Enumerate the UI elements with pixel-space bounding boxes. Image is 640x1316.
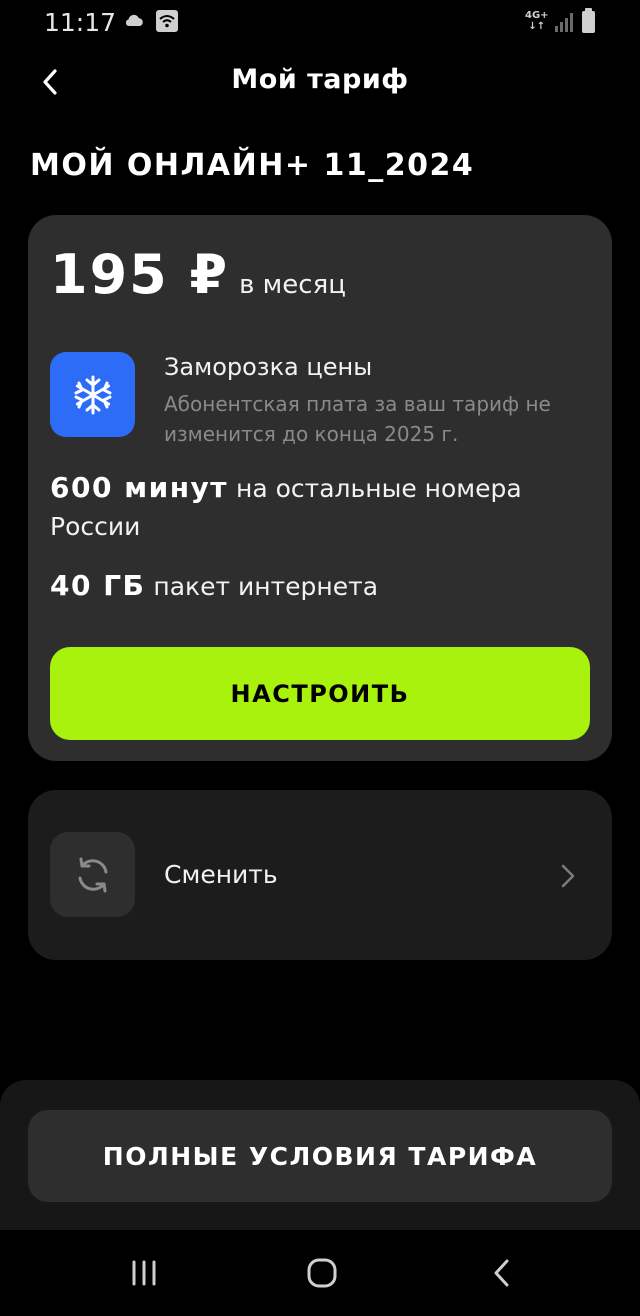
full-terms-button[interactable]: ПОЛНЫЕ УСЛОВИЯ ТАРИФА bbox=[28, 1110, 612, 1202]
recent-apps-button[interactable] bbox=[114, 1250, 174, 1296]
minutes-value: 600 минут bbox=[50, 471, 229, 504]
signal-icon bbox=[555, 13, 573, 32]
tariff-name: МОЙ ОНЛАЙН+ 11_2024 bbox=[30, 148, 475, 183]
wifi-icon bbox=[156, 10, 178, 32]
cloud-icon bbox=[125, 14, 143, 26]
configure-button[interactable]: НАСТРОИТЬ bbox=[50, 647, 590, 740]
internet-text: пакет интернета bbox=[153, 572, 379, 601]
minutes-feature: 600 минут на остальные номера России bbox=[50, 469, 590, 546]
price-period: в месяц bbox=[239, 270, 346, 300]
change-label: Сменить bbox=[164, 860, 278, 889]
price-amount: 195 ₽ bbox=[50, 243, 230, 306]
home-button[interactable] bbox=[292, 1250, 352, 1296]
battery-icon bbox=[582, 8, 595, 33]
internet-feature: 40 ГБ пакет интернета bbox=[50, 567, 590, 606]
page-title: Мой тариф bbox=[231, 64, 409, 95]
freeze-description: Абонентская плата за ваш тариф не измени… bbox=[164, 392, 551, 446]
system-nav-bar bbox=[0, 1230, 640, 1316]
price-row: 195 ₽ в месяц bbox=[50, 243, 346, 306]
internet-value: 40 ГБ bbox=[50, 569, 146, 602]
chevron-right-icon bbox=[561, 864, 575, 888]
data-arrows-icon: ↓↑ bbox=[528, 21, 546, 32]
system-back-button[interactable] bbox=[472, 1250, 532, 1296]
home-icon bbox=[307, 1258, 337, 1288]
snowflake-icon bbox=[50, 352, 135, 437]
back-icon bbox=[494, 1259, 509, 1287]
tariff-card: 195 ₽ в месяц Заморозка цены Абонентская… bbox=[28, 215, 612, 761]
recent-apps-icon bbox=[132, 1260, 156, 1286]
status-time: 11:17 bbox=[44, 8, 117, 37]
network-type-label: 4G+ bbox=[525, 10, 549, 21]
freeze-title: Заморозка цены bbox=[164, 353, 373, 381]
change-tariff-row[interactable]: Сменить bbox=[28, 790, 612, 960]
refresh-icon bbox=[50, 832, 135, 917]
bottom-panel: ПОЛНЫЕ УСЛОВИЯ ТАРИФА bbox=[0, 1080, 640, 1230]
network-type: 4G+ ↓↑ bbox=[525, 10, 549, 32]
status-bar: 11:17 4G+ ↓↑ bbox=[0, 0, 640, 46]
